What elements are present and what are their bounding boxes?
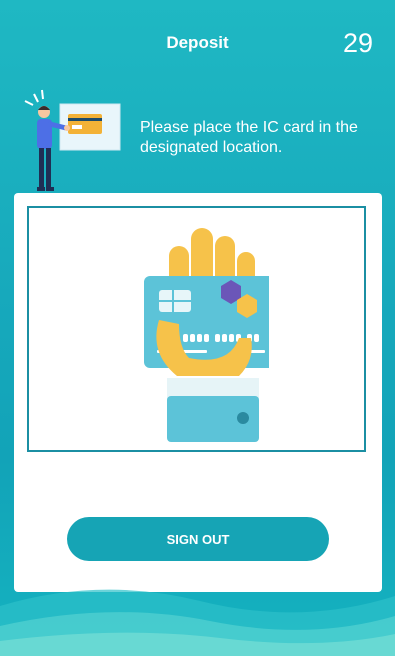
card-placement-frame	[27, 206, 366, 452]
decorative-waves	[0, 589, 395, 656]
sign-out-button[interactable]: SIGN OUT	[67, 517, 329, 561]
person-presenting-card-icon	[24, 89, 121, 191]
page-title: Deposit	[166, 33, 229, 52]
instruction-text: Please place the IC card in the designat…	[140, 119, 358, 156]
countdown-timer: 29	[342, 28, 373, 58]
hand-holding-ic-card-icon	[144, 228, 269, 442]
card-panel: SIGN OUT	[14, 193, 382, 592]
deposit-screen: Deposit 29 Please place the IC card in t…	[0, 0, 395, 656]
